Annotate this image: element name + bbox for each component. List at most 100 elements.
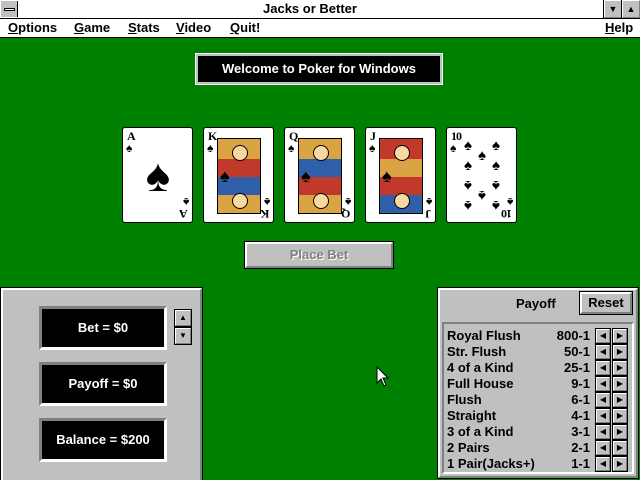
card-1[interactable]: A ♠ ♠ ♠ A [122, 127, 193, 223]
increase-odds-button[interactable]: ▶ [612, 424, 628, 440]
increase-odds-button[interactable]: ▶ [612, 376, 628, 392]
hand-odds: 4-1 [571, 408, 590, 423]
menu-options[interactable]: Options [8, 20, 57, 35]
card-4[interactable]: J ♠ ♠ ♠ J [365, 127, 436, 223]
mouse-cursor-icon [376, 366, 390, 387]
system-menu-button[interactable] [1, 1, 18, 17]
spade-icon: ♠ [492, 177, 500, 194]
spade-icon: ♠ [464, 197, 472, 214]
spade-icon: ♠ [492, 197, 500, 214]
bet-decrease-button[interactable]: ▼ [174, 327, 192, 345]
spade-icon: ♠ [288, 141, 295, 155]
hand-name: Flush [447, 392, 482, 407]
menu-quit[interactable]: Quit! [230, 20, 260, 35]
decrease-odds-button[interactable]: ◀ [595, 440, 611, 456]
decrease-odds-button[interactable]: ◀ [595, 392, 611, 408]
menu-stats[interactable]: Stats [128, 20, 160, 35]
increase-odds-button[interactable]: ▶ [612, 440, 628, 456]
payoff-title: Payoff [516, 296, 556, 311]
card-5[interactable]: 10 ♠ ♠ ♠ ♠ ♠ ♠ ♠ ♠ ♠ ♠ ♠ ♠ 10 [446, 127, 517, 223]
hand-odds: 50-1 [563, 344, 590, 359]
hand-name: Str. Flush [447, 344, 507, 359]
increase-odds-button[interactable]: ▶ [612, 360, 628, 376]
bet-display: Bet = $0 [39, 306, 167, 350]
increase-odds-button[interactable]: ▶ [612, 392, 628, 408]
spade-icon: ♠ [464, 137, 472, 154]
card-rank: 10 [502, 207, 512, 221]
decrease-odds-button[interactable]: ◀ [595, 456, 611, 472]
king-face-art: ♠ [217, 138, 261, 214]
hand-name: 2 Pairs [447, 440, 490, 455]
decrease-odds-button[interactable]: ◀ [595, 328, 611, 344]
menu-bar: Options Game Stats Video Quit! Help [0, 19, 640, 38]
decrease-odds-button[interactable]: ◀ [595, 408, 611, 424]
spade-icon: ♠ [478, 147, 486, 164]
hand-odds: 2-1 [571, 440, 590, 455]
payoff-row: Full House 9-1 ◀ ▶ [444, 376, 632, 392]
spade-icon: ♠ [382, 166, 392, 186]
decrease-odds-button[interactable]: ◀ [595, 360, 611, 376]
spade-icon: ♠ [145, 149, 171, 201]
decrease-odds-button[interactable]: ◀ [595, 376, 611, 392]
hand-odds: 1-1 [571, 456, 590, 471]
spade-icon: ♠ [492, 137, 500, 154]
hand-name: 3 of a Kind [447, 424, 514, 439]
status-panel: Bet = $0 ▲ ▼ Payoff = $0 Balance = $200 [0, 287, 203, 480]
hand-name: Straight [447, 408, 497, 423]
decrease-odds-button[interactable]: ◀ [595, 344, 611, 360]
payoff-row: Str. Flush 50-1 ◀ ▶ [444, 344, 632, 360]
menu-video[interactable]: Video [176, 20, 211, 35]
minimize-button[interactable]: ▼ [603, 0, 623, 19]
spade-icon: ♠ [464, 157, 472, 174]
card-rank: K [259, 207, 269, 221]
hand-odds: 6-1 [571, 392, 590, 407]
spade-icon: ♠ [369, 141, 376, 155]
spade-icon: ♠ [464, 177, 472, 194]
increase-odds-button[interactable]: ▶ [612, 328, 628, 344]
hand-name: 1 Pair(Jacks+) [447, 456, 535, 471]
jack-face-art: ♠ [379, 138, 423, 214]
hand-odds: 9-1 [571, 376, 590, 391]
hand-name: Royal Flush [447, 328, 521, 343]
hand-odds: 800-1 [556, 328, 590, 343]
payoff-display: Payoff = $0 [39, 362, 167, 406]
payoff-row: 4 of a Kind 25-1 ◀ ▶ [444, 360, 632, 376]
hand-name: Full House [447, 376, 514, 391]
payoff-row: 2 Pairs 2-1 ◀ ▶ [444, 440, 632, 456]
card-3[interactable]: Q ♠ ♠ ♠ Q [284, 127, 355, 223]
spade-icon: ♠ [220, 166, 230, 186]
menu-game[interactable]: Game [74, 20, 110, 35]
spade-icon: ♠ [450, 141, 457, 155]
spade-icon: ♠ [301, 166, 311, 186]
queen-face-art: ♠ [298, 138, 342, 214]
payoff-row: Straight 4-1 ◀ ▶ [444, 408, 632, 424]
card-2[interactable]: K ♠ ♠ ♠ K [203, 127, 274, 223]
payoff-row: 1 Pair(Jacks+) 1-1 ◀ ▶ [444, 456, 632, 472]
maximize-button[interactable]: ▲ [621, 0, 640, 19]
reset-button[interactable]: Reset [579, 291, 633, 315]
title-bar: Jacks or Better ▼ ▲ [0, 0, 640, 19]
welcome-banner: Welcome to Poker for Windows [195, 53, 443, 85]
hand-odds: 25-1 [563, 360, 590, 375]
hand-odds: 3-1 [571, 424, 590, 439]
menu-help[interactable]: Help [605, 20, 633, 35]
payoff-panel: Payoff Reset Royal Flush 800-1 ◀ ▶ Str. … [437, 287, 639, 479]
payoff-row: Royal Flush 800-1 ◀ ▶ [444, 328, 632, 344]
increase-odds-button[interactable]: ▶ [612, 344, 628, 360]
payoff-row: 3 of a Kind 3-1 ◀ ▶ [444, 424, 632, 440]
spade-icon: ♠ [126, 141, 133, 155]
spade-icon: ♠ [478, 187, 486, 204]
place-bet-button[interactable]: Place Bet [244, 241, 394, 269]
spade-icon: ♠ [492, 157, 500, 174]
balance-display: Balance = $200 [39, 418, 167, 462]
payoff-table: Royal Flush 800-1 ◀ ▶ Str. Flush 50-1 ◀ … [442, 322, 634, 474]
bet-increase-button[interactable]: ▲ [174, 309, 192, 327]
card-rank: Q [340, 207, 350, 221]
window-title: Jacks or Better [263, 1, 357, 16]
card-rank: J [425, 207, 431, 221]
spade-icon: ♠ [207, 141, 214, 155]
decrease-odds-button[interactable]: ◀ [595, 424, 611, 440]
card-rank: A [179, 207, 188, 221]
increase-odds-button[interactable]: ▶ [612, 408, 628, 424]
increase-odds-button[interactable]: ▶ [612, 456, 628, 472]
